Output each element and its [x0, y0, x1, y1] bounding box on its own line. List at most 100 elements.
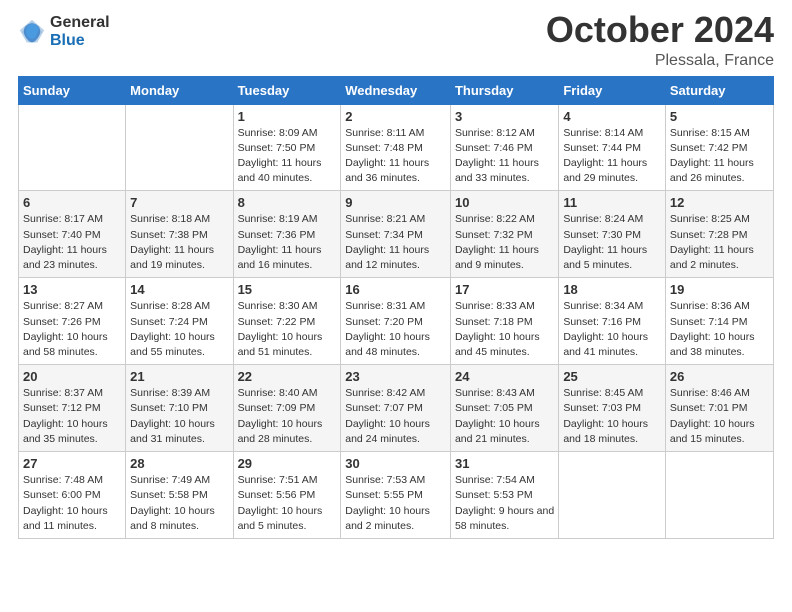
calendar-header: Sunday Monday Tuesday Wednesday Thursday… — [19, 76, 774, 104]
day-number: 8 — [238, 195, 337, 210]
calendar-cell: 3 Sunrise: 8:12 AMSunset: 7:46 PMDayligh… — [450, 104, 558, 191]
day-number: 15 — [238, 282, 337, 297]
day-number: 17 — [455, 282, 554, 297]
calendar-cell — [559, 452, 666, 539]
day-detail: Sunrise: 8:45 AMSunset: 7:03 PMDaylight:… — [563, 387, 648, 445]
day-detail: Sunrise: 8:33 AMSunset: 7:18 PMDaylight:… — [455, 300, 540, 358]
day-number: 20 — [23, 369, 121, 384]
day-detail: Sunrise: 8:11 AMSunset: 7:48 PMDaylight:… — [345, 127, 429, 185]
calendar-cell: 11 Sunrise: 8:24 AMSunset: 7:30 PMDaylig… — [559, 191, 666, 278]
header-row: Sunday Monday Tuesday Wednesday Thursday… — [19, 76, 774, 104]
calendar-cell — [19, 104, 126, 191]
calendar-cell: 2 Sunrise: 8:11 AMSunset: 7:48 PMDayligh… — [341, 104, 451, 191]
calendar-cell: 21 Sunrise: 8:39 AMSunset: 7:10 PMDaylig… — [126, 365, 233, 452]
calendar-cell: 24 Sunrise: 8:43 AMSunset: 7:05 PMDaylig… — [450, 365, 558, 452]
calendar-cell: 22 Sunrise: 8:40 AMSunset: 7:09 PMDaylig… — [233, 365, 341, 452]
logo: General Blue — [18, 14, 110, 49]
day-detail: Sunrise: 8:24 AMSunset: 7:30 PMDaylight:… — [563, 213, 647, 271]
day-number: 11 — [563, 195, 661, 210]
day-number: 14 — [130, 282, 228, 297]
header: General Blue October 2024 Plessala, Fran… — [18, 10, 774, 70]
day-detail: Sunrise: 7:51 AMSunset: 5:56 PMDaylight:… — [238, 474, 323, 532]
calendar-cell: 28 Sunrise: 7:49 AMSunset: 5:58 PMDaylig… — [126, 452, 233, 539]
calendar-cell: 6 Sunrise: 8:17 AMSunset: 7:40 PMDayligh… — [19, 191, 126, 278]
col-friday: Friday — [559, 76, 666, 104]
day-number: 19 — [670, 282, 769, 297]
day-number: 30 — [345, 456, 446, 471]
title-month: October 2024 — [546, 10, 774, 50]
day-detail: Sunrise: 8:22 AMSunset: 7:32 PMDaylight:… — [455, 213, 539, 271]
calendar-cell: 20 Sunrise: 8:37 AMSunset: 7:12 PMDaylig… — [19, 365, 126, 452]
day-number: 28 — [130, 456, 228, 471]
calendar-cell: 31 Sunrise: 7:54 AMSunset: 5:53 PMDaylig… — [450, 452, 558, 539]
day-detail: Sunrise: 8:40 AMSunset: 7:09 PMDaylight:… — [238, 387, 323, 445]
day-number: 3 — [455, 109, 554, 124]
day-detail: Sunrise: 8:14 AMSunset: 7:44 PMDaylight:… — [563, 127, 647, 185]
logo-icon — [18, 18, 46, 46]
calendar-week-3: 13 Sunrise: 8:27 AMSunset: 7:26 PMDaylig… — [19, 278, 774, 365]
calendar-week-2: 6 Sunrise: 8:17 AMSunset: 7:40 PMDayligh… — [19, 191, 774, 278]
logo-text: General Blue — [50, 14, 110, 49]
day-number: 29 — [238, 456, 337, 471]
day-detail: Sunrise: 7:53 AMSunset: 5:55 PMDaylight:… — [345, 474, 430, 532]
day-detail: Sunrise: 8:46 AMSunset: 7:01 PMDaylight:… — [670, 387, 755, 445]
day-number: 6 — [23, 195, 121, 210]
logo-general: General — [50, 14, 110, 32]
day-number: 27 — [23, 456, 121, 471]
calendar-body: 1 Sunrise: 8:09 AMSunset: 7:50 PMDayligh… — [19, 104, 774, 538]
day-number: 16 — [345, 282, 446, 297]
calendar-cell: 12 Sunrise: 8:25 AMSunset: 7:28 PMDaylig… — [665, 191, 773, 278]
calendar-cell: 16 Sunrise: 8:31 AMSunset: 7:20 PMDaylig… — [341, 278, 451, 365]
day-number: 10 — [455, 195, 554, 210]
calendar-cell: 19 Sunrise: 8:36 AMSunset: 7:14 PMDaylig… — [665, 278, 773, 365]
calendar-cell: 18 Sunrise: 8:34 AMSunset: 7:16 PMDaylig… — [559, 278, 666, 365]
day-detail: Sunrise: 7:49 AMSunset: 5:58 PMDaylight:… — [130, 474, 215, 532]
calendar-cell: 30 Sunrise: 7:53 AMSunset: 5:55 PMDaylig… — [341, 452, 451, 539]
calendar-cell: 10 Sunrise: 8:22 AMSunset: 7:32 PMDaylig… — [450, 191, 558, 278]
calendar-cell: 17 Sunrise: 8:33 AMSunset: 7:18 PMDaylig… — [450, 278, 558, 365]
calendar-cell: 9 Sunrise: 8:21 AMSunset: 7:34 PMDayligh… — [341, 191, 451, 278]
day-detail: Sunrise: 8:15 AMSunset: 7:42 PMDaylight:… — [670, 127, 754, 185]
day-detail: Sunrise: 8:34 AMSunset: 7:16 PMDaylight:… — [563, 300, 648, 358]
day-detail: Sunrise: 7:54 AMSunset: 5:53 PMDaylight:… — [455, 474, 554, 532]
day-number: 21 — [130, 369, 228, 384]
col-thursday: Thursday — [450, 76, 558, 104]
day-number: 2 — [345, 109, 446, 124]
day-number: 18 — [563, 282, 661, 297]
calendar-cell: 14 Sunrise: 8:28 AMSunset: 7:24 PMDaylig… — [126, 278, 233, 365]
calendar-cell: 29 Sunrise: 7:51 AMSunset: 5:56 PMDaylig… — [233, 452, 341, 539]
day-detail: Sunrise: 8:18 AMSunset: 7:38 PMDaylight:… — [130, 213, 214, 271]
day-detail: Sunrise: 8:36 AMSunset: 7:14 PMDaylight:… — [670, 300, 755, 358]
day-detail: Sunrise: 8:30 AMSunset: 7:22 PMDaylight:… — [238, 300, 323, 358]
day-detail: Sunrise: 8:12 AMSunset: 7:46 PMDaylight:… — [455, 127, 539, 185]
col-tuesday: Tuesday — [233, 76, 341, 104]
calendar-cell: 13 Sunrise: 8:27 AMSunset: 7:26 PMDaylig… — [19, 278, 126, 365]
calendar-cell: 7 Sunrise: 8:18 AMSunset: 7:38 PMDayligh… — [126, 191, 233, 278]
day-number: 25 — [563, 369, 661, 384]
day-detail: Sunrise: 7:48 AMSunset: 6:00 PMDaylight:… — [23, 474, 108, 532]
col-wednesday: Wednesday — [341, 76, 451, 104]
day-detail: Sunrise: 8:37 AMSunset: 7:12 PMDaylight:… — [23, 387, 108, 445]
page: General Blue October 2024 Plessala, Fran… — [0, 0, 792, 612]
day-number: 22 — [238, 369, 337, 384]
calendar-week-5: 27 Sunrise: 7:48 AMSunset: 6:00 PMDaylig… — [19, 452, 774, 539]
calendar-week-1: 1 Sunrise: 8:09 AMSunset: 7:50 PMDayligh… — [19, 104, 774, 191]
day-number: 13 — [23, 282, 121, 297]
day-detail: Sunrise: 8:25 AMSunset: 7:28 PMDaylight:… — [670, 213, 754, 271]
col-monday: Monday — [126, 76, 233, 104]
calendar-cell: 5 Sunrise: 8:15 AMSunset: 7:42 PMDayligh… — [665, 104, 773, 191]
title-block: October 2024 Plessala, France — [546, 10, 774, 70]
day-number: 12 — [670, 195, 769, 210]
day-number: 5 — [670, 109, 769, 124]
calendar-cell: 23 Sunrise: 8:42 AMSunset: 7:07 PMDaylig… — [341, 365, 451, 452]
day-detail: Sunrise: 8:28 AMSunset: 7:24 PMDaylight:… — [130, 300, 215, 358]
calendar-cell: 15 Sunrise: 8:30 AMSunset: 7:22 PMDaylig… — [233, 278, 341, 365]
calendar-cell: 4 Sunrise: 8:14 AMSunset: 7:44 PMDayligh… — [559, 104, 666, 191]
day-detail: Sunrise: 8:17 AMSunset: 7:40 PMDaylight:… — [23, 213, 107, 271]
day-number: 1 — [238, 109, 337, 124]
day-detail: Sunrise: 8:21 AMSunset: 7:34 PMDaylight:… — [345, 213, 429, 271]
calendar: Sunday Monday Tuesday Wednesday Thursday… — [18, 76, 774, 539]
calendar-cell: 25 Sunrise: 8:45 AMSunset: 7:03 PMDaylig… — [559, 365, 666, 452]
calendar-cell: 26 Sunrise: 8:46 AMSunset: 7:01 PMDaylig… — [665, 365, 773, 452]
day-detail: Sunrise: 8:19 AMSunset: 7:36 PMDaylight:… — [238, 213, 322, 271]
